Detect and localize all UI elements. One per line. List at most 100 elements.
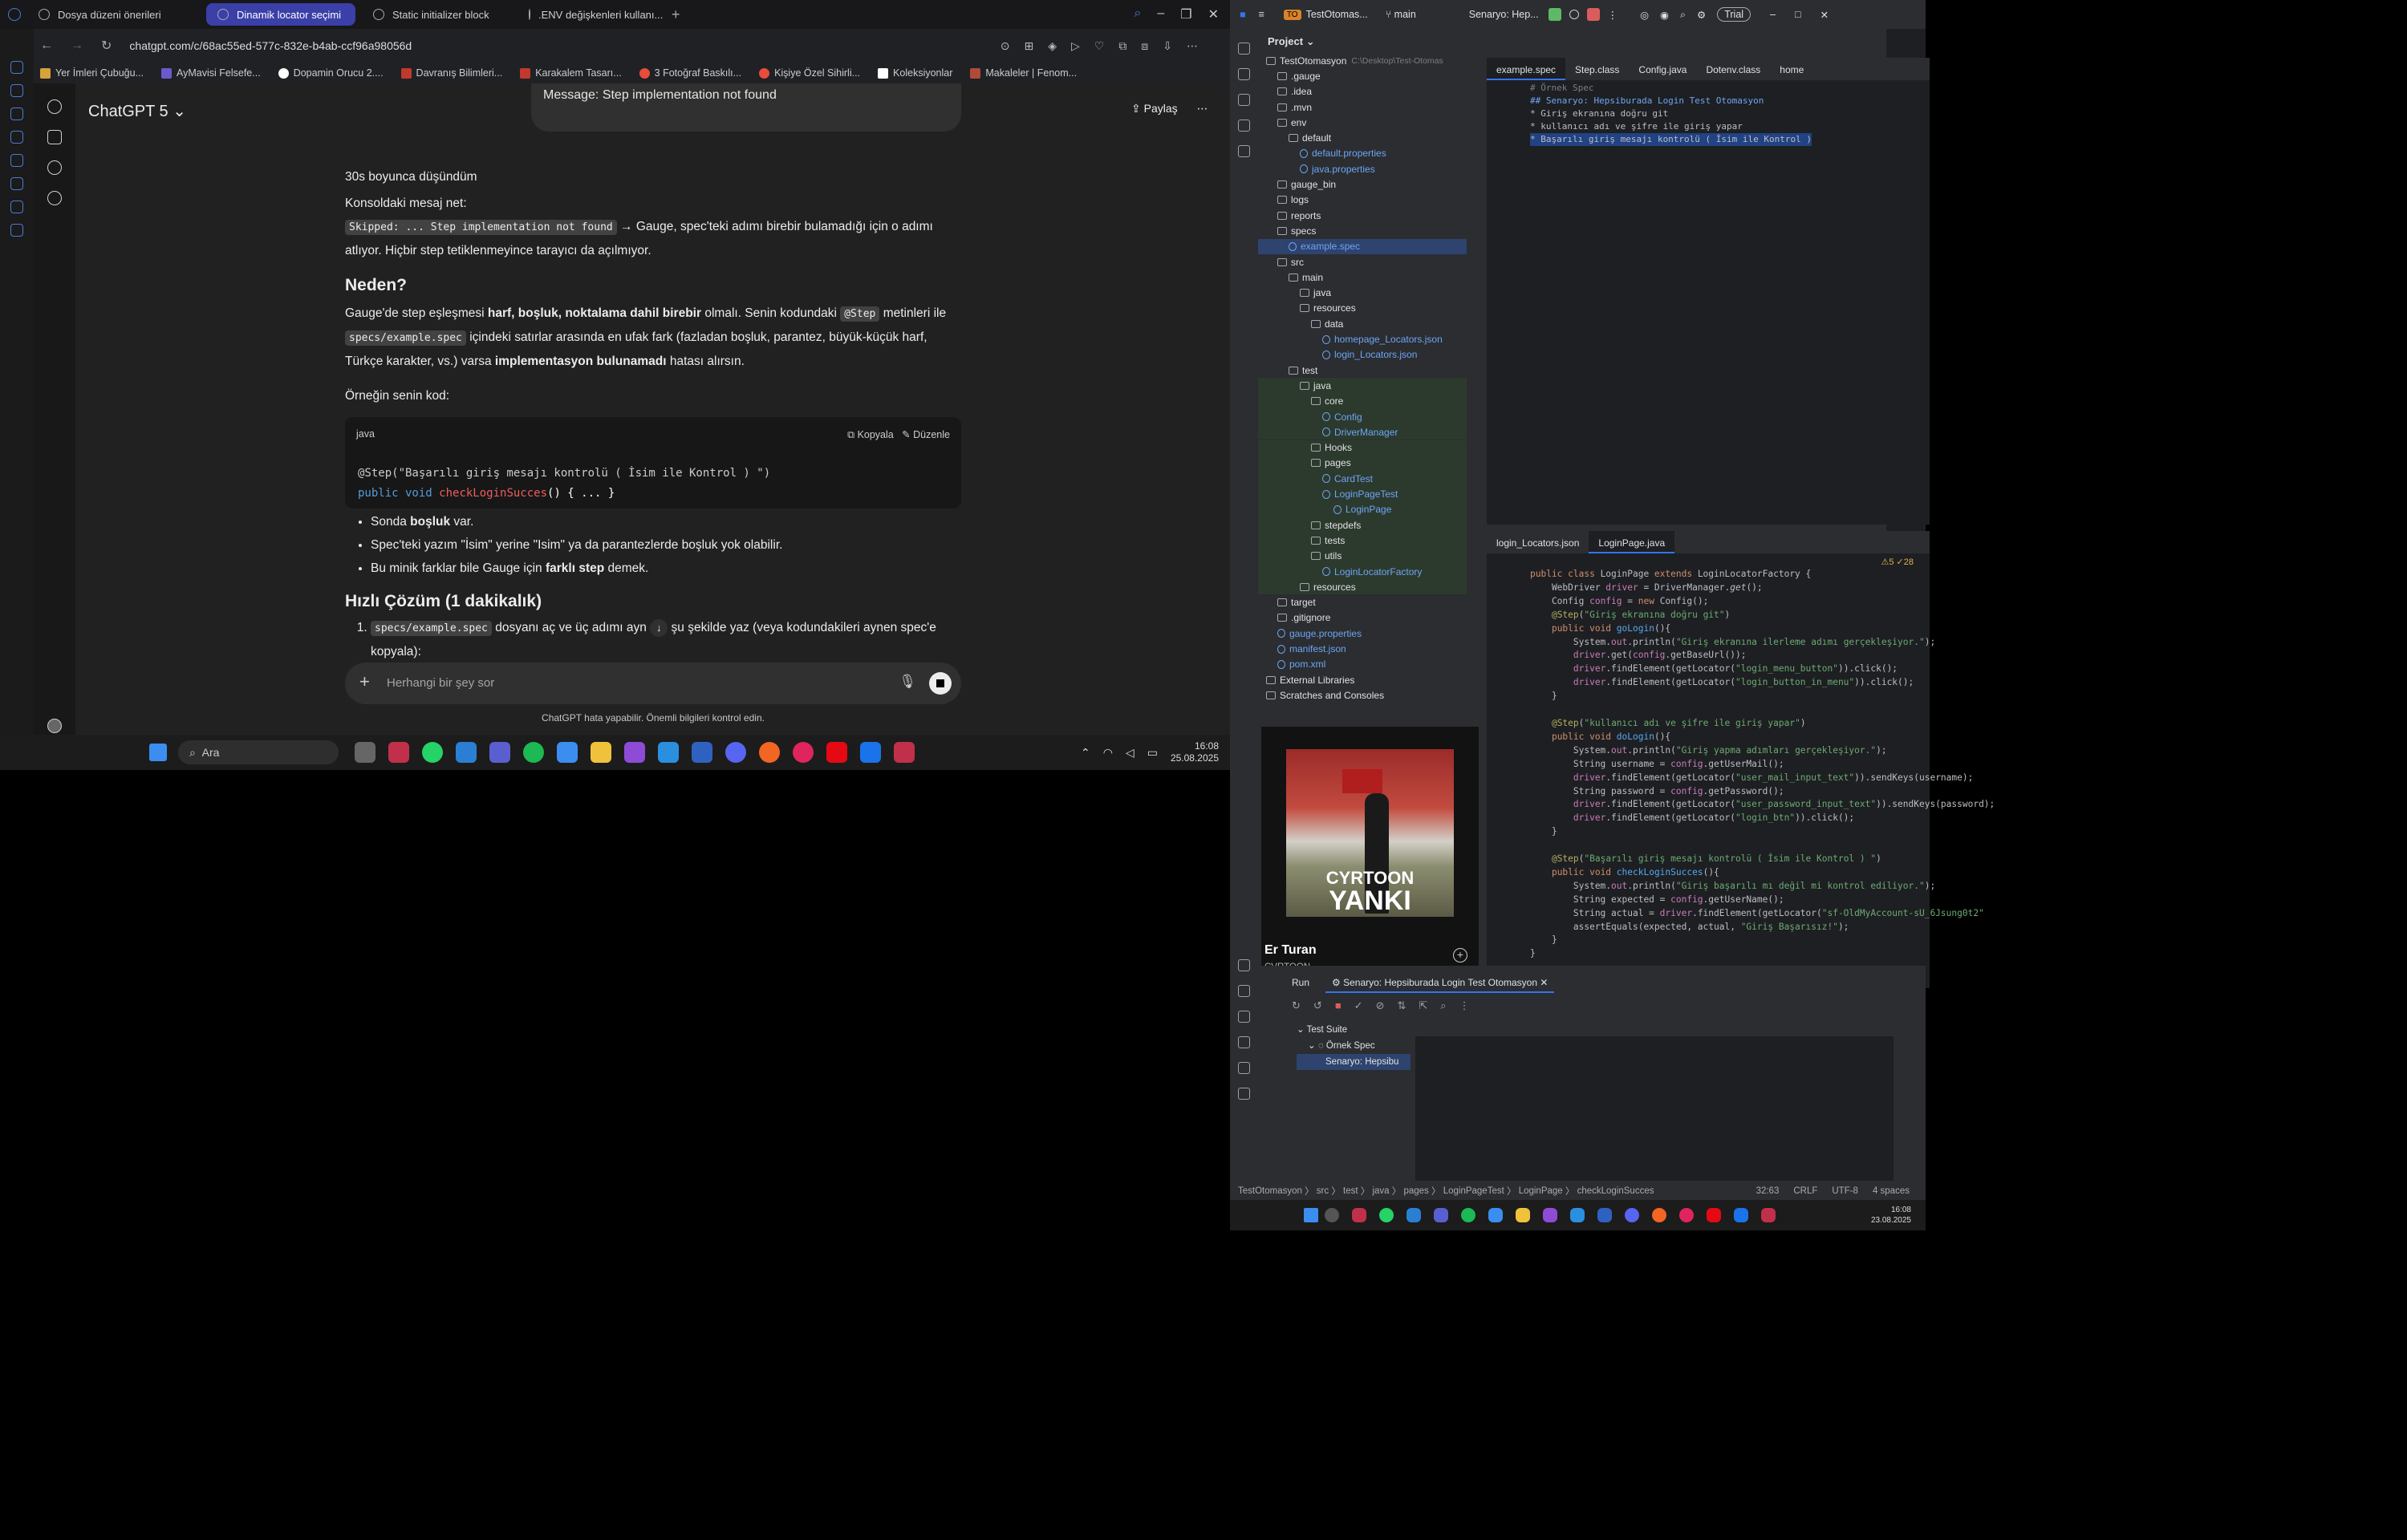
tree-item[interactable]: target bbox=[1258, 595, 1467, 610]
editor-tab[interactable]: example.spec bbox=[1487, 58, 1566, 80]
tree-item[interactable]: logs bbox=[1258, 192, 1467, 208]
tree-item[interactable]: manifest.json bbox=[1258, 641, 1467, 656]
more-tools-icon[interactable] bbox=[1238, 145, 1250, 157]
library-icon[interactable] bbox=[47, 191, 62, 205]
app-icon[interactable] bbox=[860, 742, 881, 763]
branch-selector[interactable]: ⑂ main bbox=[1386, 9, 1416, 20]
scroll-down-icon[interactable]: ↓ bbox=[650, 619, 668, 637]
run-config-selector[interactable]: Senaryo: Hep... bbox=[1469, 9, 1539, 20]
menu-icon[interactable]: ⋯ bbox=[1187, 39, 1198, 53]
clock[interactable]: 16:08 25.08.2025 bbox=[1171, 740, 1219, 764]
cursor-position[interactable]: 32:63 bbox=[1756, 1186, 1780, 1196]
breadcrumb-item[interactable]: LoginPage bbox=[1519, 1186, 1563, 1196]
windows-start-icon[interactable] bbox=[149, 744, 167, 761]
tree-item[interactable]: Scratches and Consoles bbox=[1258, 687, 1467, 703]
tab-3[interactable]: Static initializer block bbox=[362, 3, 511, 26]
debug-icon[interactable] bbox=[1569, 10, 1579, 19]
more-icon[interactable]: ⋮ bbox=[1459, 999, 1470, 1012]
search-icon[interactable] bbox=[47, 160, 62, 175]
tools-icon[interactable] bbox=[10, 84, 23, 97]
wallet-icon[interactable] bbox=[10, 61, 23, 74]
tree-item[interactable]: LoginPage bbox=[1258, 501, 1467, 517]
minimize-icon[interactable]: – bbox=[1770, 9, 1776, 20]
line-separator[interactable]: CRLF bbox=[1793, 1186, 1817, 1196]
tree-item[interactable]: resources bbox=[1258, 301, 1467, 316]
close-icon[interactable]: ✕ bbox=[1820, 9, 1829, 21]
editor-tab[interactable]: Dotenv.class bbox=[1696, 58, 1770, 80]
maximize-icon[interactable]: □ bbox=[1795, 9, 1801, 20]
close-icon[interactable]: ✕ bbox=[1208, 6, 1219, 22]
spec-content[interactable]: # Örnek Spec ## Senaryo: Hepsiburada Log… bbox=[1530, 82, 1812, 146]
tree-item[interactable]: stepdefs bbox=[1258, 517, 1467, 533]
bookmark[interactable]: Koleksiyonlar bbox=[878, 67, 952, 79]
vcs-icon[interactable]: ◉ bbox=[1660, 9, 1669, 21]
visual-studio-icon[interactable] bbox=[624, 742, 645, 763]
stop-button[interactable] bbox=[929, 672, 952, 695]
microphone-icon[interactable]: 🎙 bbox=[899, 674, 916, 690]
taskbar-search[interactable]: ⌕ Ara bbox=[178, 740, 339, 764]
pin-icon[interactable]: ⊙ bbox=[1001, 39, 1010, 53]
url-field[interactable]: chatgpt.com/c/68ac55ed-577c-832e-b4ab-cc… bbox=[129, 39, 412, 52]
bookmark[interactable]: Yer İmleri Çubuğu... bbox=[40, 67, 144, 79]
editor-tab[interactable]: LoginPage.java bbox=[1589, 531, 1675, 553]
avatar[interactable] bbox=[47, 719, 62, 733]
copy-button[interactable]: ⧉ Kopyala bbox=[847, 429, 894, 440]
new-tab-icon[interactable]: + bbox=[672, 6, 680, 23]
volume-icon[interactable]: ◁ bbox=[1126, 746, 1134, 760]
tree-item[interactable]: default.properties bbox=[1258, 146, 1467, 161]
wifi-icon[interactable]: ◠ bbox=[1103, 746, 1113, 760]
translate-icon[interactable]: ⊞ bbox=[1025, 39, 1034, 53]
favorite-icon[interactable]: ♡ bbox=[1094, 39, 1105, 53]
todo-icon[interactable] bbox=[1488, 1208, 1503, 1222]
extensions-icon[interactable]: ⧈ bbox=[1141, 39, 1148, 53]
run-tool-icon[interactable] bbox=[1238, 985, 1250, 997]
collections-icon[interactable]: ⧉ bbox=[1118, 39, 1126, 53]
bookmark[interactable]: Karakalem Tasarı... bbox=[520, 67, 622, 79]
bookmark[interactable]: Dopamin Orucu 2.... bbox=[278, 67, 384, 79]
sort-icon[interactable]: ⇅ bbox=[1397, 999, 1406, 1012]
tree-item[interactable]: resources bbox=[1258, 579, 1467, 595]
games-icon[interactable] bbox=[10, 131, 23, 144]
intellij-icon[interactable] bbox=[1761, 1208, 1776, 1222]
thinking-label[interactable]: 30s boyunca düşündüm bbox=[345, 165, 963, 188]
bookmark[interactable]: Davranış Bilimleri... bbox=[400, 67, 502, 79]
tab-4[interactable]: .ENV değişkenleri kullanı... bbox=[518, 3, 667, 26]
breadcrumb-item[interactable]: LoginPageTest bbox=[1443, 1186, 1504, 1196]
tree-item[interactable]: test bbox=[1258, 363, 1467, 378]
breadcrumb-item[interactable]: src bbox=[1317, 1186, 1329, 1196]
java-code[interactable]: public class LoginPage extends LoginLoca… bbox=[1530, 568, 1995, 961]
tree-item[interactable]: Config bbox=[1258, 408, 1467, 425]
tree-item[interactable]: specs bbox=[1258, 223, 1467, 238]
more-icon[interactable]: ⋯ bbox=[1197, 102, 1208, 115]
tree-item[interactable]: .gitignore bbox=[1258, 610, 1467, 626]
openai-logo-icon[interactable] bbox=[47, 99, 62, 114]
discord-icon[interactable] bbox=[1625, 1208, 1639, 1222]
refresh-icon[interactable]: ↻ bbox=[101, 38, 112, 54]
whatsapp-icon[interactable] bbox=[1379, 1208, 1394, 1222]
structure-icon[interactable] bbox=[1238, 120, 1250, 132]
windows-start-icon[interactable] bbox=[1304, 1208, 1318, 1222]
file-explorer-icon[interactable] bbox=[591, 742, 611, 763]
tree-item[interactable]: TestOtomasyon C:\Desktop\Test-Otomas bbox=[1258, 53, 1467, 68]
maps-icon[interactable] bbox=[10, 224, 23, 237]
ai-icon[interactable]: ◎ bbox=[1640, 9, 1649, 21]
encoding[interactable]: UTF-8 bbox=[1832, 1186, 1858, 1196]
spec-node[interactable]: ⌄ ◌ Örnek Spec bbox=[1297, 1038, 1411, 1054]
tree-item[interactable]: default bbox=[1258, 131, 1467, 146]
tree-item[interactable]: java.properties bbox=[1258, 161, 1467, 176]
tree-item[interactable]: pages bbox=[1258, 455, 1467, 472]
inspection-widget[interactable]: ⚠5 ✓28 bbox=[1881, 557, 1914, 567]
edit-button[interactable]: ✎ Düzenle bbox=[902, 429, 950, 440]
breadcrumb-item[interactable]: java bbox=[1372, 1186, 1389, 1196]
run-title[interactable]: Run bbox=[1292, 977, 1309, 988]
editor-tab[interactable]: login_Locators.json bbox=[1487, 531, 1589, 553]
clock[interactable]: 16:08 23.08.2025 bbox=[1871, 1205, 1926, 1226]
tree-item[interactable]: LoginPageTest bbox=[1258, 486, 1467, 502]
forward-icon[interactable]: → bbox=[71, 38, 83, 53]
app-icon[interactable] bbox=[1734, 1208, 1748, 1222]
tree-item[interactable]: env bbox=[1258, 115, 1467, 130]
tree-item[interactable]: gauge.properties bbox=[1258, 626, 1467, 641]
postman-icon[interactable] bbox=[759, 742, 780, 763]
project-tool-icon[interactable] bbox=[1238, 43, 1250, 55]
bookmark[interactable]: 3 Fotoğraf Baskılı... bbox=[639, 67, 741, 79]
